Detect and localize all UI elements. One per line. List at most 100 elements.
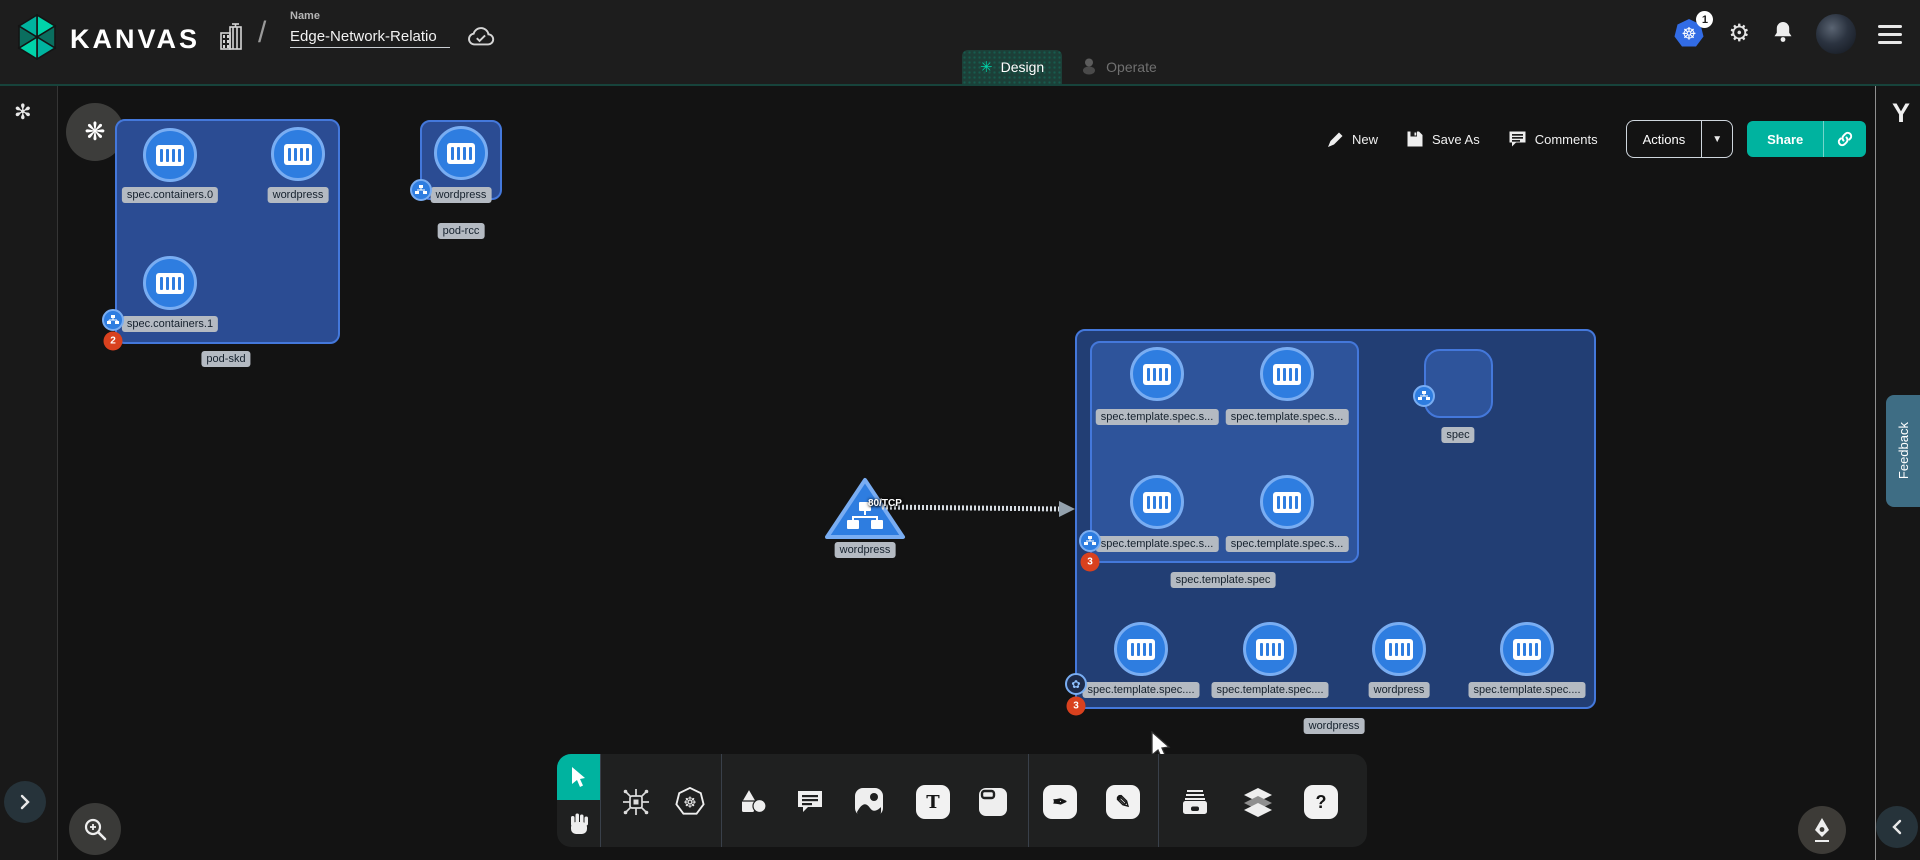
snowflake-icon: ❋	[85, 117, 106, 147]
node-label: spec.containers.1	[122, 316, 218, 332]
container-icon	[1127, 639, 1155, 660]
notifications-bell-icon[interactable]	[1772, 20, 1794, 49]
kubernetes-tool[interactable]: ☸	[668, 780, 712, 824]
kanvas-logo[interactable]: KANVAS	[16, 14, 200, 65]
deployment-count-badge[interactable]: 3	[1067, 697, 1086, 716]
container-icon	[1513, 639, 1541, 660]
node-bottom-container-1[interactable]	[1243, 622, 1297, 676]
user-avatar[interactable]	[1816, 14, 1856, 54]
kanvas-app: KANVAS / Name	[0, 0, 1920, 860]
container-icon	[1143, 364, 1171, 385]
svg-text:☸: ☸	[1682, 25, 1697, 44]
actions-button-label[interactable]: Actions	[1627, 132, 1702, 147]
archive-tool[interactable]	[1173, 780, 1217, 824]
components-tool[interactable]	[614, 780, 658, 824]
design-tab-label: Design	[1001, 59, 1045, 75]
save-as-button-label: Save As	[1432, 132, 1480, 147]
image-icon	[853, 786, 885, 818]
container-icon	[447, 143, 475, 164]
tab-operate[interactable]: Operate	[1062, 50, 1175, 84]
canvas-action-bar: New Save As Comments Actions ▼ Share	[1326, 120, 1866, 158]
container-icon	[156, 273, 184, 294]
pencil-glyph-icon: ✎	[1106, 785, 1140, 819]
feedback-tab[interactable]: Feedback	[1886, 395, 1920, 507]
text-tool[interactable]: T	[911, 780, 955, 824]
edge-service-to-deployment[interactable]	[880, 499, 1076, 517]
share-link-icon[interactable]	[1823, 121, 1866, 157]
name-field-label: Name	[290, 10, 460, 22]
pencil-tool[interactable]: ✎	[1101, 780, 1145, 824]
frame-icon	[977, 786, 1009, 818]
image-tool[interactable]	[847, 780, 891, 824]
annotation-pen-button[interactable]	[1798, 806, 1846, 854]
container-icon	[1256, 639, 1284, 660]
shapes-tool[interactable]	[731, 780, 775, 824]
node-bottom-container-0[interactable]	[1114, 622, 1168, 676]
container-icon	[1143, 492, 1171, 513]
comments-button[interactable]: Comments	[1508, 130, 1598, 148]
frame-tool[interactable]	[971, 780, 1015, 824]
node-label: wordpress	[1369, 682, 1430, 698]
tab-design[interactable]: ✳ Design	[962, 50, 1062, 84]
group-label-deployment: wordpress	[1304, 718, 1365, 734]
node-bottom-container-3[interactable]	[1500, 622, 1554, 676]
hierarchy-icon	[107, 315, 119, 325]
kubernetes-wheel-icon: ☸	[674, 787, 706, 817]
node-template-container-3[interactable]	[1260, 475, 1314, 529]
feedback-label: Feedback	[1896, 422, 1911, 479]
deployment-mesh-badge[interactable]: ✿	[1065, 673, 1087, 695]
save-icon	[1406, 130, 1424, 148]
pod-skd-count-badge[interactable]: 2	[104, 332, 123, 351]
actions-caret[interactable]: ▼	[1701, 121, 1732, 157]
zoom-button[interactable]	[69, 803, 121, 855]
expand-left-panel-button[interactable]	[4, 781, 46, 823]
node-bottom-container-2[interactable]	[1372, 622, 1426, 676]
comment-tool[interactable]	[788, 780, 832, 824]
actions-dropdown-button[interactable]: Actions ▼	[1626, 120, 1734, 158]
node-wordpress-container-a[interactable]	[271, 127, 325, 181]
pod-skd-relationship-badge[interactable]	[102, 309, 124, 331]
node-spec-containers-0[interactable]	[143, 128, 197, 182]
hamburger-menu-icon[interactable]	[1878, 25, 1902, 44]
layers-tool[interactable]	[1236, 780, 1280, 824]
node-label: spec.template.spec.s...	[1226, 536, 1349, 552]
settings-gear-icon[interactable]: ⚙	[1728, 22, 1750, 46]
design-canvas[interactable]: ✻ Y Feedback New Save As	[0, 84, 1920, 860]
pan-tool[interactable]	[557, 800, 600, 847]
edge-port-label: 80/TCP	[868, 498, 902, 509]
share-button-label[interactable]: Share	[1747, 132, 1823, 147]
pod-rcc-relationship-badge[interactable]	[410, 179, 432, 201]
pen-nib-icon	[1810, 817, 1834, 843]
node-template-container-2[interactable]	[1130, 475, 1184, 529]
breadcrumb-separator: /	[258, 16, 266, 50]
node-label: spec.template.spec.s...	[1096, 536, 1219, 552]
collapse-right-panel-button[interactable]	[1876, 806, 1918, 848]
sync-spinner-icon[interactable]: ✻	[14, 100, 32, 125]
new-button[interactable]: New	[1326, 130, 1378, 148]
spec-relationship-badge[interactable]	[1413, 385, 1435, 407]
k8s-context-switcher[interactable]: ☸ 1	[1672, 18, 1706, 50]
share-button[interactable]: Share	[1747, 121, 1866, 157]
design-name-input[interactable]	[290, 26, 450, 48]
node-label: spec.template.spec.s...	[1226, 409, 1349, 425]
kanvas-logo-icon	[16, 14, 58, 65]
pen-tool[interactable]: ✒	[1038, 780, 1082, 824]
inner-group-count-badge[interactable]: 3	[1081, 553, 1100, 572]
container-icon	[1273, 364, 1301, 385]
node-template-container-1[interactable]	[1260, 347, 1314, 401]
inner-group-relationship-badge[interactable]	[1079, 530, 1101, 552]
node-wordpress-container-b[interactable]	[434, 126, 488, 180]
help-tool[interactable]: ?	[1299, 780, 1343, 824]
mode-tabs: ✳ Design Operate	[962, 50, 1175, 84]
arrowhead-icon	[1059, 501, 1075, 517]
text-tool-glyph: T	[916, 785, 950, 819]
container-icon	[156, 145, 184, 166]
select-tool[interactable]	[557, 754, 600, 800]
group-label-pod-skd: pod-skd	[201, 351, 250, 367]
node-template-container-0[interactable]	[1130, 347, 1184, 401]
node-spec-containers-1[interactable]	[143, 256, 197, 310]
save-as-button[interactable]: Save As	[1406, 130, 1480, 148]
comment-icon	[796, 789, 824, 815]
organization-icon[interactable]	[218, 22, 246, 52]
node-spec[interactable]	[1424, 349, 1493, 418]
